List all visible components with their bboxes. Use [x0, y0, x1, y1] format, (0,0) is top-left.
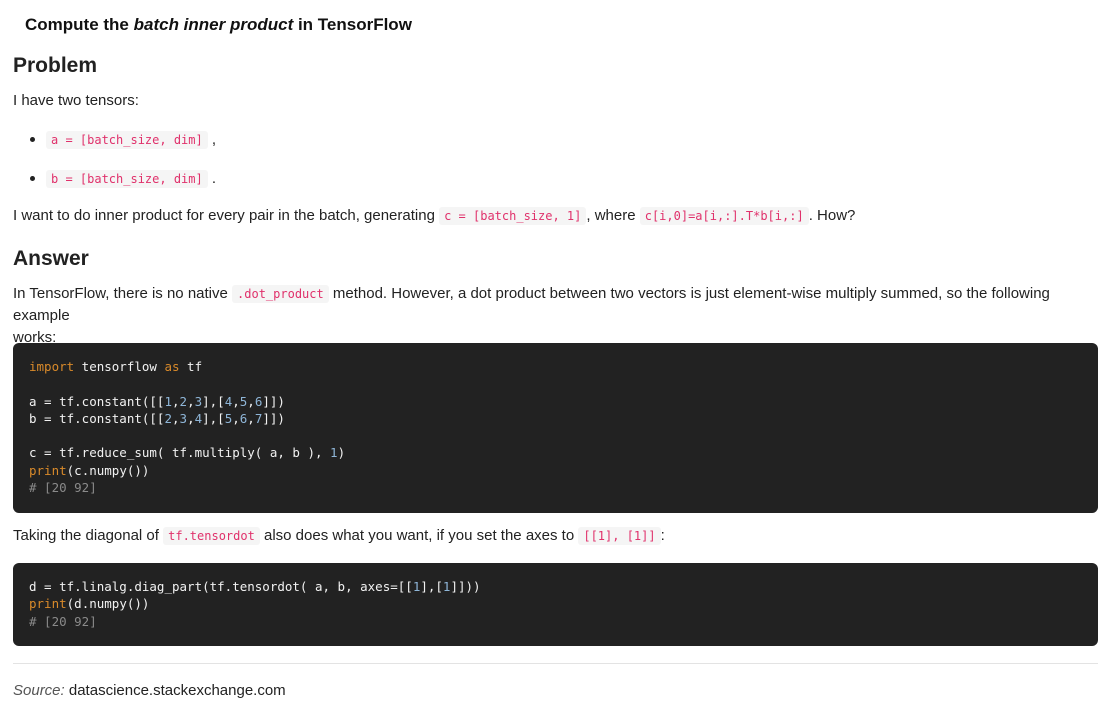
- code-line: print(c.numpy()): [29, 462, 150, 478]
- source-line: Source: datascience.stackexchange.com: [13, 682, 286, 699]
- question-text: . How?: [808, 207, 856, 224]
- bullet-icon: [30, 176, 35, 181]
- answer-paragraph-2: Taking the diagonal of tf.tensordot also…: [13, 525, 665, 547]
- code-comment: # [20 92]: [29, 613, 97, 629]
- inline-code: c[i,0]=a[i,:].T*b[i,:]: [639, 207, 809, 225]
- page: Compute the batch inner product in Tenso…: [0, 0, 1120, 716]
- source-label: Source:: [13, 682, 65, 699]
- title-suffix: in TensorFlow: [293, 15, 412, 34]
- problem-heading: Problem: [13, 54, 98, 79]
- paragraph-text: In TensorFlow, there is no native: [13, 285, 233, 302]
- inline-code: a = [batch_size, dim]: [46, 131, 208, 149]
- inline-code: [[1], [1]]: [578, 527, 661, 545]
- inline-code: c = [batch_size, 1]: [439, 207, 587, 225]
- list-item-trail: .: [211, 170, 217, 187]
- code-line: a = tf.constant([[1,2,3],[4,5,6]]): [29, 393, 285, 409]
- code-block-1: import tensorflow as tf a = tf.constant(…: [13, 343, 1098, 513]
- answer-heading-text: Answer: [13, 247, 89, 270]
- inline-code: b = [batch_size, dim]: [46, 170, 208, 188]
- list-item-trail: ,: [211, 131, 217, 148]
- list-item: b = [batch_size, dim] .: [30, 168, 216, 190]
- question-text: , where: [586, 207, 640, 224]
- code-line: print(d.numpy()): [29, 596, 150, 612]
- code-block-2: d = tf.linalg.diag_part(tf.tensordot( a,…: [13, 563, 1098, 646]
- code-line: c = tf.reduce_sum( tf.multiply( a, b ), …: [29, 445, 346, 461]
- paragraph-text: :: [660, 527, 665, 544]
- code-line: d = tf.linalg.diag_part(tf.tensordot( a,…: [29, 579, 481, 594]
- page-title: Compute the batch inner product in Tenso…: [25, 15, 412, 35]
- title-prefix: Compute the: [25, 15, 134, 34]
- inline-code: .dot_product: [232, 285, 329, 303]
- source-site: datascience.stackexchange.com: [68, 682, 286, 699]
- bullet-icon: [30, 137, 35, 142]
- tensor-list: a = [batch_size, dim] , b = [batch_size,…: [30, 129, 216, 207]
- code-line: b = tf.constant([[2,3,4],[5,6,7]]): [29, 410, 285, 426]
- divider: [13, 663, 1098, 664]
- problem-heading-text: Problem: [13, 54, 98, 77]
- paragraph-text: also does what you want, if you set the …: [259, 527, 579, 544]
- code-comment: # [20 92]: [29, 480, 97, 496]
- answer-paragraph-1: In TensorFlow, there is no native .dot_p…: [13, 283, 1098, 349]
- inline-code: tf.tensordot: [163, 527, 260, 545]
- answer-heading: Answer: [13, 247, 89, 272]
- list-item: a = [batch_size, dim] ,: [30, 129, 216, 151]
- code-line: import tensorflow as tf: [29, 359, 203, 374]
- title-emphasis: batch inner product: [133, 15, 294, 34]
- problem-intro: I have two tensors:: [13, 92, 139, 109]
- question-text: I want to do inner product for every pai…: [13, 207, 440, 224]
- paragraph-text: Taking the diagonal of: [13, 527, 164, 544]
- problem-question: I want to do inner product for every pai…: [13, 205, 855, 227]
